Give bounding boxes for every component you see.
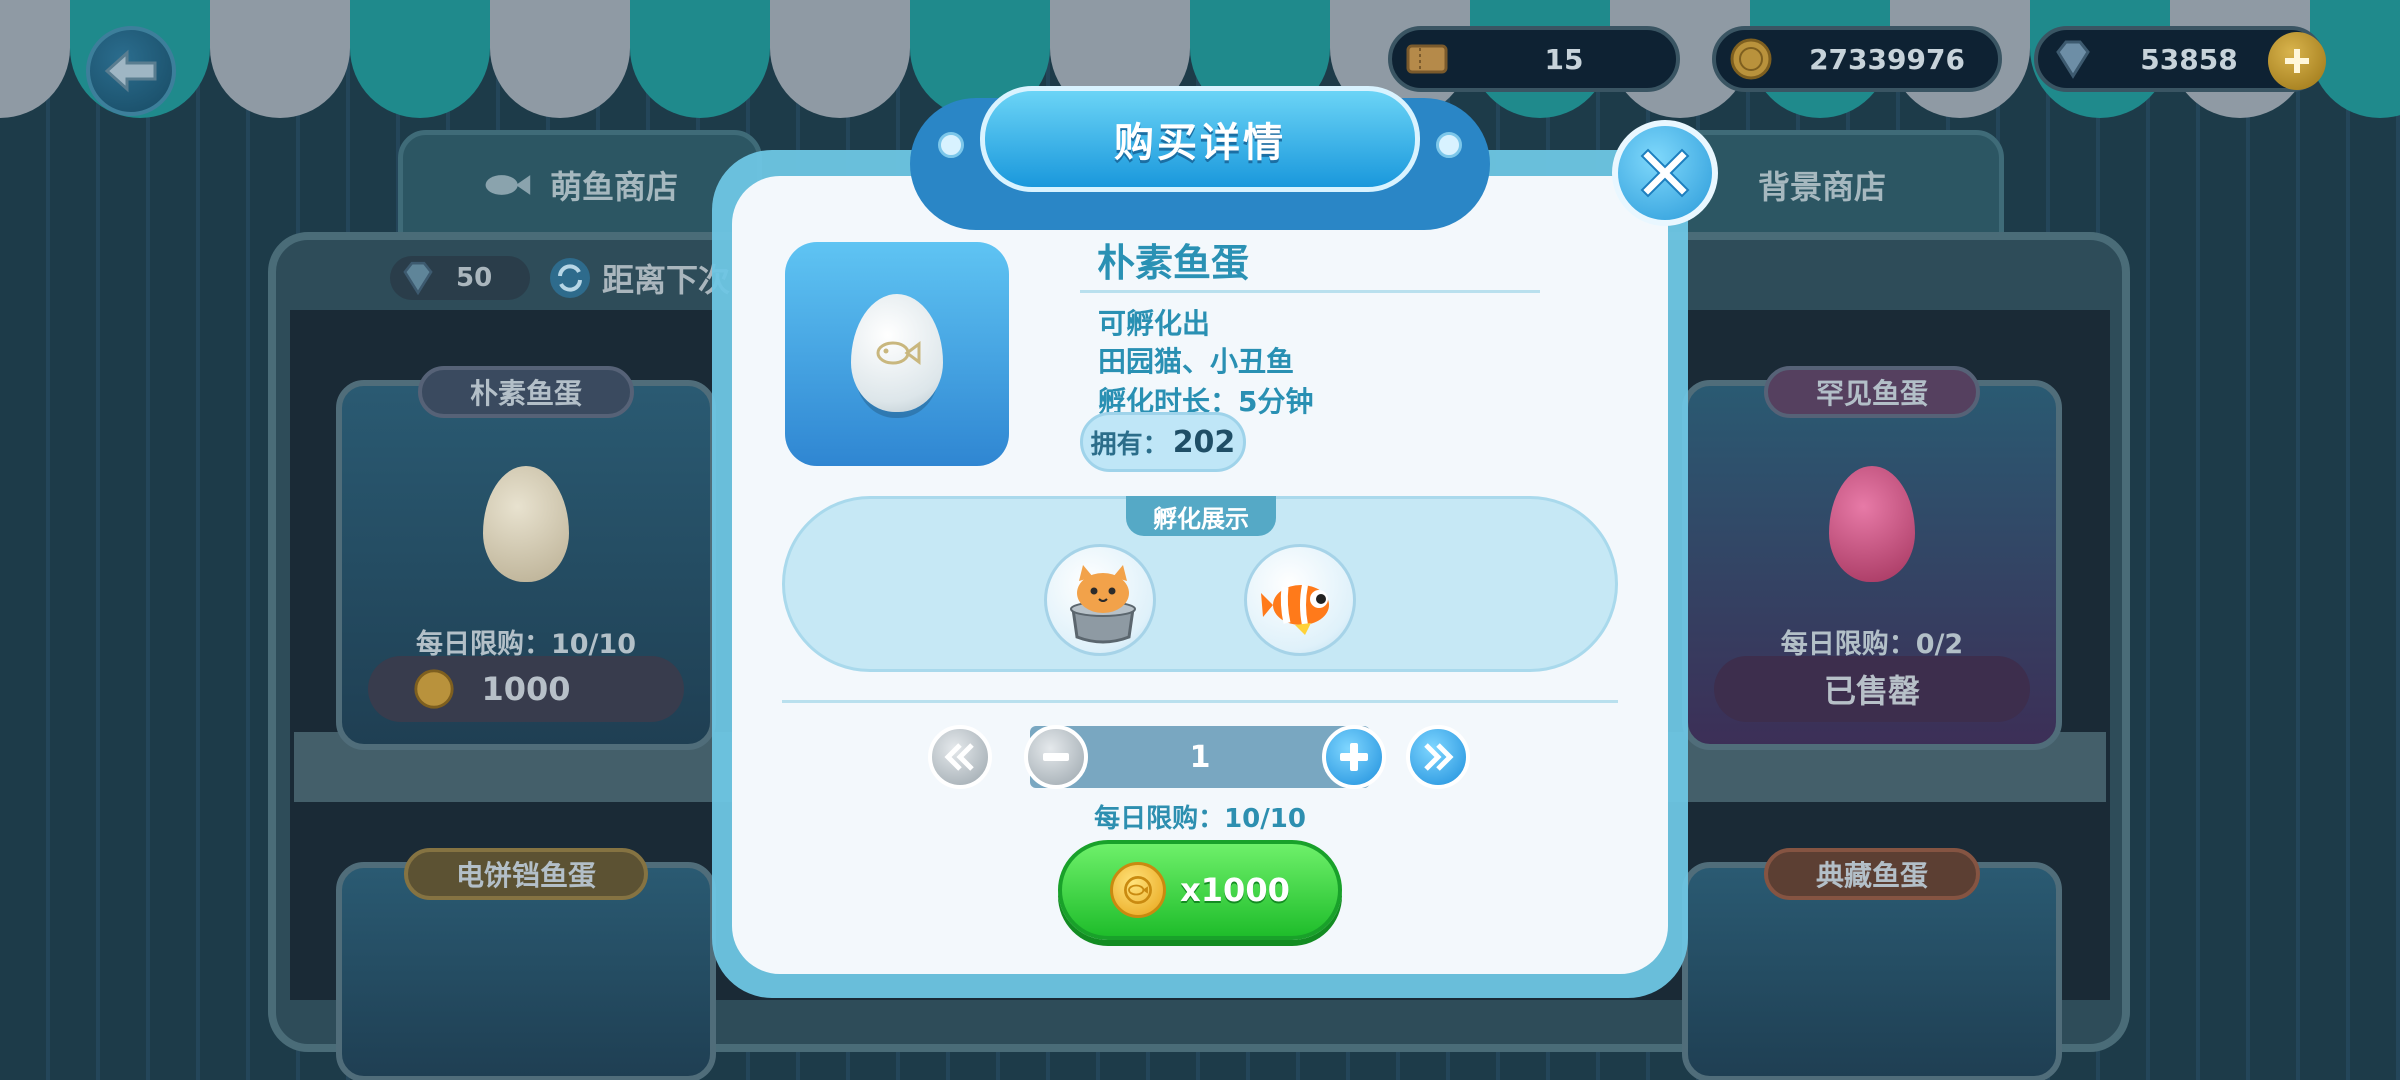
shop-gem-count: 50 — [456, 263, 493, 293]
info-hatchable: 可孵化出 — [1098, 307, 1211, 340]
card-price: 已售罄 — [1823, 672, 1920, 710]
shop-card-plain-egg[interactable]: 朴素鱼蛋 每日限购：10/10 1000 — [336, 366, 716, 750]
pet-clownfish[interactable] — [1244, 544, 1356, 656]
shop-gem-counter: 50 — [390, 256, 530, 300]
gem-counter: 53858 — [2034, 26, 2326, 92]
coin-icon — [1110, 862, 1167, 918]
card-title: 朴素鱼蛋 — [417, 366, 635, 418]
min-quantity-button[interactable] — [928, 725, 992, 789]
pet-cat-in-pot[interactable] — [1044, 544, 1156, 656]
modal-title: 购买详情 — [980, 86, 1420, 192]
double-chevron-left-icon — [944, 743, 974, 771]
header-decor-dot — [938, 132, 964, 158]
fish-icon — [876, 341, 921, 365]
owned-label: 拥有： — [1090, 429, 1169, 460]
owned-count: 202 — [1172, 424, 1236, 460]
plain-egg-icon — [851, 294, 943, 412]
plus-icon — [1340, 743, 1368, 771]
coin-counter: 27339976 — [1712, 26, 2002, 92]
plain-egg-image — [483, 466, 569, 582]
card-sold-out: 已售罄 — [1714, 656, 2030, 722]
tab-label: 萌鱼商店 — [549, 168, 678, 206]
item-image — [785, 242, 1009, 466]
card-title: 罕见鱼蛋 — [1763, 366, 1981, 418]
next-refresh-label: 距离下次 — [602, 261, 731, 299]
close-icon — [1640, 148, 1690, 198]
close-button[interactable] — [1612, 120, 1718, 226]
item-name: 朴素鱼蛋 — [1097, 241, 1250, 285]
coin-icon — [414, 669, 454, 709]
header-decor-dot — [1436, 132, 1462, 158]
shop-card-collector-egg[interactable]: 典藏鱼蛋 — [1682, 848, 2062, 1080]
buy-price-label: x1000 — [1180, 871, 1290, 909]
diamond-icon — [403, 261, 433, 296]
max-quantity-button[interactable] — [1406, 725, 1470, 789]
increase-quantity-button[interactable] — [1322, 725, 1386, 789]
owned-badge: 拥有： 202 — [1080, 412, 1246, 472]
card-title: 电饼铛鱼蛋 — [403, 848, 649, 900]
clownfish-icon — [1261, 584, 1329, 635]
double-chevron-right-icon — [1424, 743, 1454, 771]
add-gems-button[interactable] — [2268, 32, 2326, 90]
card-price: 1000 — [481, 670, 571, 708]
ticket-counter: 15 — [1388, 26, 1680, 92]
coin-count: 27339976 — [1809, 42, 1965, 76]
tab-label: 背景商店 — [1757, 168, 1886, 206]
section-divider — [782, 700, 1618, 703]
arrow-left-icon — [104, 49, 157, 93]
quantity-value[interactable]: 1 — [1070, 726, 1330, 788]
daily-limit-text: 每日限购：10/10 — [1094, 804, 1306, 834]
cat-icon — [1070, 565, 1136, 644]
rare-egg-image — [1829, 466, 1915, 582]
back-button[interactable] — [86, 26, 176, 116]
shop-card-griddle-egg[interactable]: 电饼铛鱼蛋 — [336, 848, 716, 1080]
hatch-display-label: 孵化展示 — [1126, 496, 1276, 536]
name-divider — [1080, 290, 1540, 293]
buy-button[interactable]: x1000 — [1058, 840, 1342, 940]
shop-card-rare-egg[interactable]: 罕见鱼蛋 每日限购：0/2 已售罄 — [1682, 366, 2062, 750]
minus-icon — [1043, 753, 1069, 761]
info-pets: 田园猫、小丑鱼 — [1098, 345, 1295, 378]
tab-cute-fish-shop[interactable]: 萌鱼商店 — [398, 130, 762, 240]
card-title: 典藏鱼蛋 — [1763, 848, 1981, 900]
ticket-count: 15 — [1544, 42, 1584, 76]
refresh-icon[interactable] — [548, 256, 592, 300]
card-price-button[interactable]: 1000 — [368, 656, 684, 722]
plus-icon — [2285, 49, 2309, 73]
game-screen: 15 27339976 53858 萌鱼商店 背景商店 50 距离下次 朴素鱼蛋… — [0, 0, 2400, 1080]
fish-icon — [485, 175, 531, 195]
decrease-quantity-button[interactable] — [1024, 725, 1088, 789]
